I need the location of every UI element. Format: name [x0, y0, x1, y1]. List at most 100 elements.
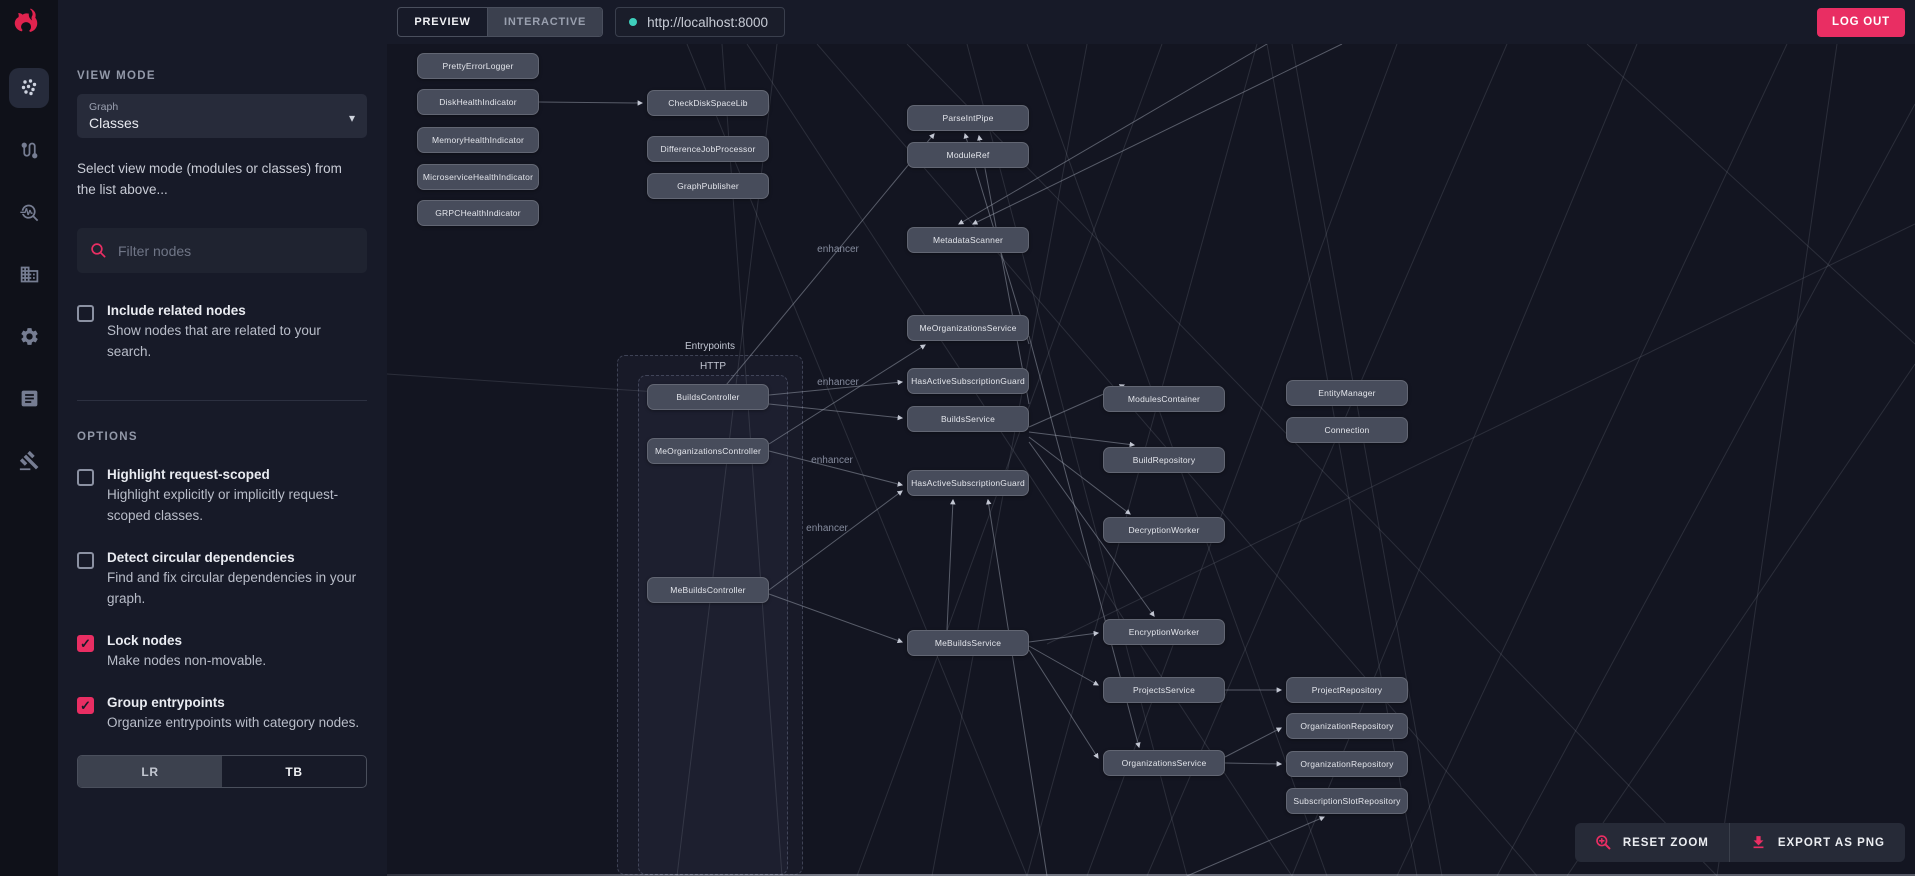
logout-button[interactable]: LOG OUT [1817, 7, 1905, 37]
app-logo[interactable] [0, 0, 58, 44]
svg-text:enhancer: enhancer [806, 523, 848, 534]
option-title: Lock nodes [107, 633, 183, 648]
option-title: Group entrypoints [107, 695, 225, 710]
graph-node[interactable]: MeOrganizationsController [647, 438, 769, 464]
render-mode-tabs: PREVIEW INTERACTIVE [397, 7, 604, 37]
option-row: ✓ Lock nodes Make nodes non-movable. [77, 633, 367, 671]
zoom-reset-icon [1596, 835, 1611, 850]
graph-node[interactable]: BuildRepository [1103, 447, 1225, 473]
option-description: Find and fix circular dependencies in yo… [107, 570, 357, 606]
svg-text:enhancer: enhancer [811, 455, 853, 466]
graph-node[interactable]: OrganizationRepository [1286, 713, 1408, 739]
graph-node[interactable]: MeOrganizationsService [907, 315, 1029, 341]
server-status-dot [629, 18, 638, 26]
graph-node[interactable]: GraphPublisher [647, 173, 769, 199]
graph-node[interactable]: EncryptionWorker [1103, 619, 1225, 645]
option-row: Detect circular dependencies Find and fix… [77, 550, 367, 609]
option-description: Organize entrypoints with category nodes… [107, 715, 360, 730]
direction-lr-button[interactable]: LR [78, 756, 222, 787]
tab-interactive[interactable]: INTERACTIVE [487, 8, 603, 36]
filter-placeholder: Filter nodes [118, 242, 192, 259]
tab-preview[interactable]: PREVIEW [398, 8, 487, 36]
graph-node[interactable]: DiskHealthIndicator [417, 89, 539, 115]
article-icon [21, 390, 37, 406]
sidebar-item-graph-view[interactable] [9, 68, 49, 108]
include-related-checkbox[interactable] [77, 305, 94, 322]
chevron-down-icon: ▾ [348, 111, 355, 125]
option-title: Highlight request-scoped [107, 467, 270, 482]
option-checkbox[interactable] [77, 469, 94, 486]
export-png-button[interactable]: EXPORT AS PNG [1730, 823, 1905, 862]
option-title: Detect circular dependencies [107, 550, 295, 565]
options-heading: OPTIONS [77, 431, 138, 443]
graph-node[interactable]: MetadataScanner [907, 227, 1029, 253]
panel-divider [77, 400, 367, 401]
sidebar-item-docs[interactable] [9, 378, 49, 418]
include-related-row: Include related nodes Show nodes that ar… [77, 303, 367, 362]
view-mode-description: Select view mode (modules or classes) fr… [77, 161, 342, 197]
graph-node[interactable]: SubscriptionSlotRepository [1286, 788, 1408, 814]
option-row: Highlight request-scoped Highlight explic… [77, 467, 367, 526]
sidebar-item-settings[interactable] [9, 316, 49, 356]
graph-select-value: Classes [89, 115, 139, 131]
graph-node[interactable]: CheckDiskSpaceLib [647, 90, 769, 116]
graph-node[interactable]: PrettyErrorLogger [417, 53, 539, 79]
sidebar-item-routes[interactable] [9, 130, 49, 170]
route-icon [21, 142, 37, 158]
graph-node[interactable]: BuildsService [907, 406, 1029, 432]
graph-select-label: Graph [89, 101, 119, 113]
option-checkbox[interactable]: ✓ [77, 697, 94, 714]
icon-rail [0, 44, 58, 876]
graph-node[interactable]: MeBuildsController [647, 577, 769, 603]
nestjs-logo-icon [14, 8, 38, 32]
sidebar-item-organizations[interactable] [9, 254, 49, 294]
server-url: http://localhost:8000 [647, 14, 768, 30]
graph-node[interactable]: ModuleRef [907, 142, 1029, 168]
option-description: Make nodes non-movable. [107, 653, 267, 668]
graph-node[interactable]: ParseIntPipe [907, 105, 1029, 131]
graph-node[interactable]: HasActiveSubscriptionGuard [907, 470, 1029, 496]
graph-node[interactable]: MicroserviceHealthIndicator [417, 164, 539, 190]
direction-toggle: LR TB [77, 755, 367, 788]
graph-node[interactable]: OrganizationRepository [1286, 751, 1408, 777]
graph-node[interactable]: BuildsController [647, 384, 769, 410]
download-icon [1753, 836, 1764, 849]
graph-canvas[interactable]: Entrypoints HTTP enhancer enhancer enhancer e… [387, 44, 1915, 876]
graph-node[interactable]: Connection [1286, 417, 1408, 443]
graph-node[interactable]: HasActiveSubscriptionGuard [907, 368, 1029, 394]
reset-zoom-button[interactable]: RESET ZOOM [1575, 823, 1729, 862]
option-description: Highlight explicitly or implicitly reque… [107, 487, 339, 523]
reset-zoom-label: RESET ZOOM [1622, 836, 1709, 849]
option-checkbox[interactable] [77, 552, 94, 569]
buildings-icon [20, 266, 38, 282]
svg-text:enhancer: enhancer [817, 244, 859, 255]
view-mode-heading: VIEW MODE [77, 70, 156, 82]
graph-node[interactable]: EntityManager [1286, 380, 1408, 406]
server-url-field[interactable]: http://localhost:8000 [615, 7, 785, 37]
gear-icon [20, 327, 38, 345]
search-pulse-icon [19, 204, 38, 221]
sidebar-item-inspect[interactable] [9, 192, 49, 232]
graph-node[interactable]: OrganizationsService [1103, 750, 1225, 776]
options-list: Highlight request-scoped Highlight explic… [77, 467, 367, 733]
graph-node[interactable]: ModulesContainer [1103, 386, 1225, 412]
graph-node[interactable]: MemoryHealthIndicator [417, 127, 539, 153]
graph-node[interactable]: ProjectRepository [1286, 677, 1408, 703]
graph-node[interactable]: MeBuildsService [907, 630, 1029, 656]
graph-node[interactable]: DifferenceJobProcessor [647, 136, 769, 162]
graph-node[interactable]: GRPCHealthIndicator [417, 200, 539, 226]
option-checkbox[interactable]: ✓ [77, 635, 94, 652]
option-row: ✓ Group entrypoints Organize entrypoints w… [77, 695, 367, 733]
search-icon [91, 243, 106, 258]
scatter-dots-icon [21, 79, 37, 96]
topbar: PREVIEW INTERACTIVE http://localhost:800… [58, 0, 1915, 44]
sidebar-item-legal[interactable] [9, 440, 49, 480]
direction-tb-button[interactable]: TB [222, 756, 366, 787]
graph-node[interactable]: ProjectsService [1103, 677, 1225, 703]
export-png-label: EXPORT AS PNG [1777, 836, 1885, 849]
graph-select[interactable]: Graph Classes ▾ [77, 94, 367, 138]
graph-node[interactable]: DecryptionWorker [1103, 517, 1225, 543]
filter-nodes-input[interactable]: Filter nodes [77, 228, 367, 273]
left-panel: VIEW MODE Graph Classes ▾ Select view mo… [58, 44, 387, 876]
include-related-description: Show nodes that are related to your sear… [107, 323, 321, 359]
